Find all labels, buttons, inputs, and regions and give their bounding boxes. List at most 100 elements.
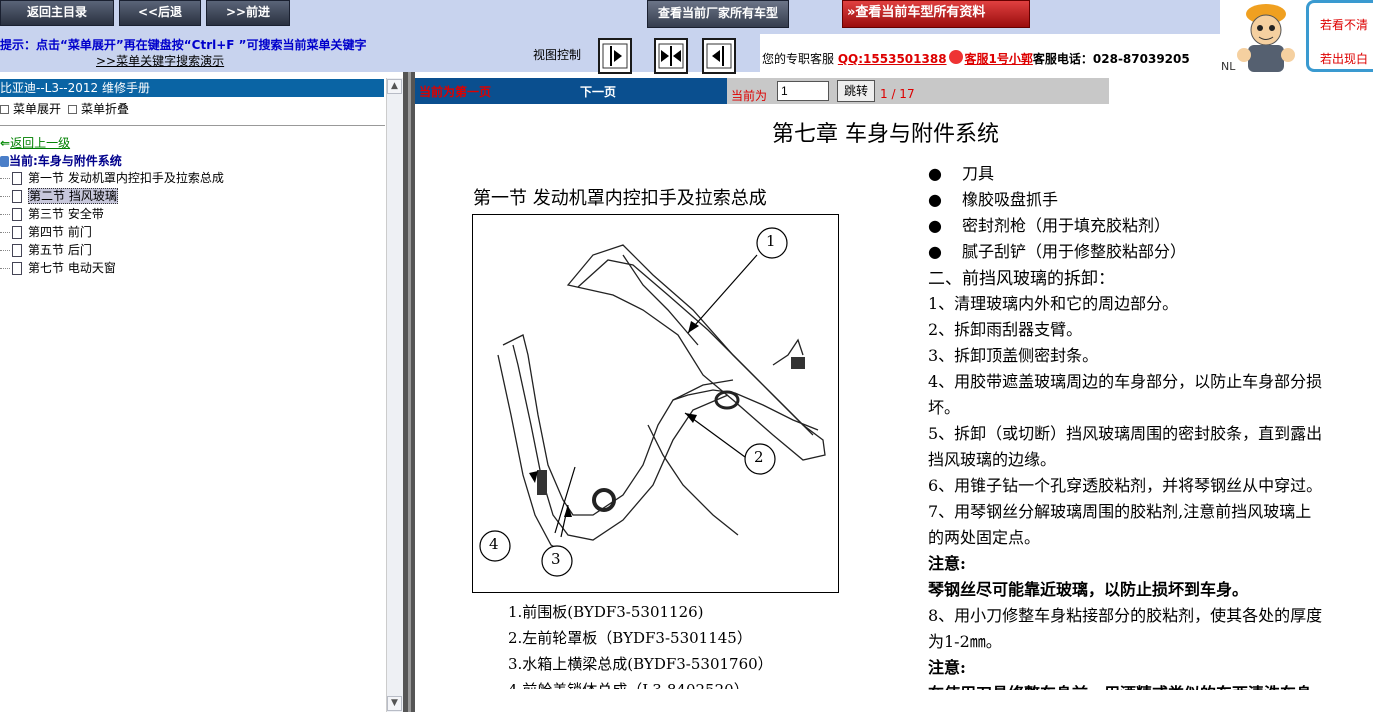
caption: 4.前舱盖锁体总成（L3-8402520） [508,679,749,689]
current-node: 当前:车身与附件系统 [0,152,122,169]
tree-item-label: 第二节 挡风玻璃 [28,188,118,204]
view-left-button[interactable] [702,38,736,74]
step-heading: 二、前挡风玻璃的拆卸： [928,269,1115,289]
tree-item[interactable]: 第一节 发动机罩内控扣手及拉索总成 [0,169,224,187]
service-phone: 客服电话：028-87039205 [1032,52,1190,66]
menu-expand[interactable]: 菜单展开 [0,100,61,117]
tree-item-label: 第三节 安全带 [28,207,104,221]
step: 5、拆卸（或切断）挡风玻璃周围的密封胶条，直到露出 [928,424,1323,443]
expand-icon [0,105,9,114]
tool-label: 腻子刮铲（用于修整胶粘部分） [962,242,1187,261]
bullet-icon: ● [928,190,942,209]
step: 的两处固定点。 [928,528,1041,547]
tool-label: 橡胶吸盘抓手 [962,190,1059,209]
callout-3-label: 3 [551,550,561,568]
tree-item-label: 第四节 前门 [28,225,92,239]
search-demo-link[interactable]: >>菜单关键字搜索演示 [96,52,224,69]
section-title: 第一节 发动机罩内控扣手及拉索总成 [473,188,767,209]
bullet-icon: ● [928,242,942,261]
step: 挡风玻璃的边缘。 [928,450,1057,469]
back-arrow-icon: ⇐ [0,136,11,150]
step: 6、用锥子钻一个孔穿透胶粘剂，并将琴钢丝从中穿过。 [928,476,1323,495]
tool-item: ● 腻子刮铲（用于修整胶粘部分） [928,238,1186,262]
divider [0,125,385,126]
step: 4、用胶带遮盖玻璃周边的车身部分，以防止车身部分损 [928,372,1323,391]
right-arrow-icon [602,43,628,69]
promo-line-2: 若出现白 [1320,52,1369,66]
forward-button[interactable]: >>前进 [206,0,290,26]
caption: 3.水箱上横梁总成(BYDF3-5301760） [508,655,773,673]
scroll-up-icon[interactable]: ▲ [387,79,402,94]
document-icon [12,208,22,221]
frame-divider-line [408,72,411,712]
left-arrow-icon [706,43,732,69]
tool-label: 刀具 [962,164,995,183]
tree-item-selected[interactable]: 第二节 挡风玻璃 [0,187,118,205]
parts-diagram [472,214,839,593]
page-count: 1 / 17 [880,87,915,101]
back-button[interactable]: <<后退 [119,0,201,26]
tool-label: 密封剂枪（用于填充胶粘剂） [962,216,1171,235]
folder-icon [0,156,9,167]
document-icon [12,190,22,203]
left-scrollbar[interactable] [386,78,403,712]
back-up-link[interactable]: ⇐返回上一级 [0,134,70,151]
manual-title: 比亚迪--L3--2012 维修手册 [0,79,384,97]
tool-item: ● 密封剂枪（用于填充胶粘剂） [928,212,1170,236]
bullet-icon: ● [928,164,942,183]
tree-item[interactable]: 第三节 安全带 [0,205,104,223]
qq-link[interactable]: QQ:1553501388 [838,52,947,66]
qq-avatar-icon [948,50,963,64]
caption: 2.左前轮罩板（BYDF3-5301145） [508,629,752,647]
service-line: 您的专职客服 QQ:1553501388 客服1号小郭客服电话：028-87039… [762,50,1190,67]
view-control-label: 视图控制 [533,48,582,62]
step: 坏。 [928,398,961,417]
callout-1-label: 1 [766,232,776,250]
all-models-button[interactable]: 查看当前厂家所有车型 [647,0,789,28]
chapter-title: 第七章 车身与附件系统 [772,122,999,147]
collapse-icon [68,105,77,114]
note-label: 注意: [928,658,966,677]
home-button[interactable]: 返回主目录 [0,0,114,26]
bullet-icon: ● [928,216,942,235]
promo-line-1: 若看不清 [1320,18,1369,32]
note-label: 注意: [928,554,966,573]
tree-item-label: 第一节 发动机罩内控扣手及拉索总成 [28,171,224,185]
document-icon [12,172,22,185]
mascot-image [1226,0,1306,72]
all-docs-button[interactable]: »查看当前车型所有资料 [842,0,1030,28]
jump-button[interactable]: 跳转 [837,80,875,102]
tree-item[interactable]: 第四节 前门 [0,223,92,241]
scroll-down-icon[interactable]: ▼ [387,696,402,711]
service-agent-link[interactable]: 客服1号小郭 [965,52,1033,66]
step: 7、用琴钢丝分解玻璃周围的胶粘剂,注意前挡风玻璃上 [928,502,1312,521]
menu-collapse[interactable]: 菜单折叠 [68,100,129,117]
first-page-indicator: 当前为第一页 [419,85,492,99]
view-split-button[interactable] [654,38,688,74]
document-icon [12,244,22,257]
current-page-label: 当前为 [731,89,768,103]
note-text: 在使用刀具修整车身前，用酒精或类似的东西清洗车身 [928,680,1312,690]
note-text: 琴钢丝尽可能靠近玻璃，以防止损坏到车身。 [928,580,1249,599]
step: 3、拆卸顶盖侧密封条。 [928,346,1099,365]
current-node-label: 当前:车身与附件系统 [9,154,122,168]
tool-item: ● 橡胶吸盘抓手 [928,186,1058,210]
document-icon [12,262,22,275]
step: 2、拆卸雨刮器支臂。 [928,320,1083,339]
tree-item[interactable]: 第七节 电动天窗 [0,259,116,277]
page-input[interactable] [777,81,829,101]
step: 8、用小刀修整车身粘接部分的胶粘剂，使其各处的厚度 [928,606,1323,625]
next-page-link[interactable]: 下一页 [580,83,616,100]
split-icon [658,43,684,69]
callout-4-label: 4 [489,535,499,553]
service-label: 您的专职客服 [762,52,835,66]
back-up-label: 返回上一级 [10,136,71,150]
callout-2-label: 2 [754,448,764,466]
view-right-button[interactable] [598,38,632,74]
tool-item: ● 刀具 [928,160,994,184]
menu-expand-label: 菜单展开 [13,102,62,116]
step: 1、清理玻璃内外和它的周边部分。 [928,294,1179,313]
tree-item[interactable]: 第五节 后门 [0,241,92,259]
step: 为1-2㎜。 [928,632,1002,651]
caption: 1.前围板(BYDF3-5301126) [508,603,704,621]
